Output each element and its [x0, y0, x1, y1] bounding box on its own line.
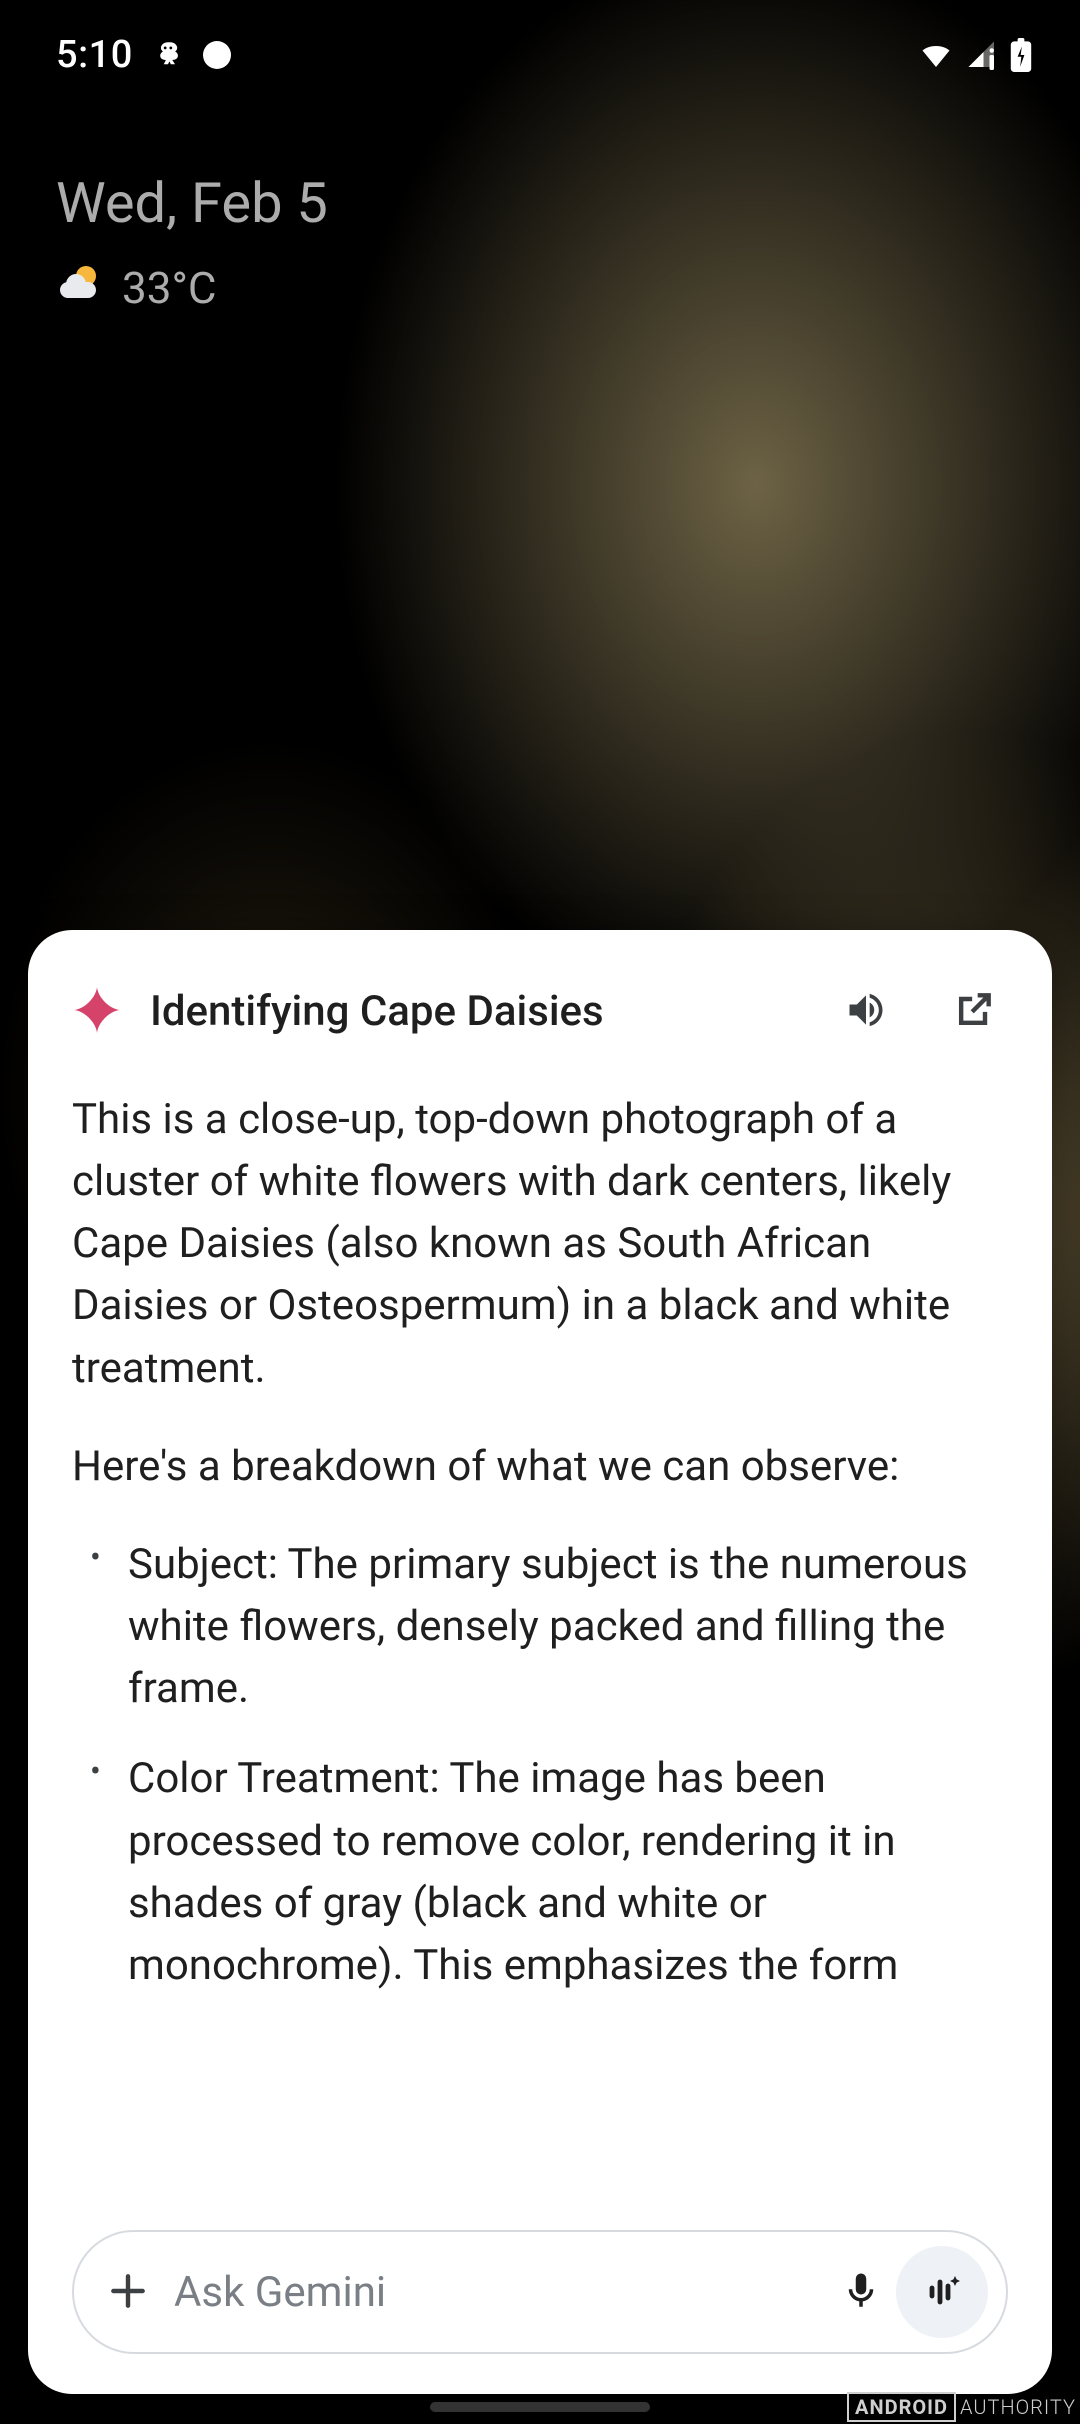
gemini-panel: Identifying Cape Daisies This is a close… — [28, 930, 1052, 2394]
notification-icon — [151, 38, 185, 72]
battery-charging-icon — [1010, 38, 1032, 72]
open-external-button[interactable] — [948, 984, 1000, 1039]
notification-dot-icon — [203, 41, 231, 69]
add-button[interactable] — [102, 2265, 154, 2320]
gemini-live-button[interactable] — [896, 2246, 988, 2338]
input-trailing-actions — [836, 2246, 988, 2338]
gemini-spark-icon — [72, 985, 122, 1039]
prompt-input-bar[interactable]: Ask Gemini — [72, 2230, 1008, 2354]
list-item: Subject: The primary subject is the nume… — [84, 1534, 1008, 1720]
panel-header-actions — [840, 984, 1000, 1039]
status-bar-right — [918, 37, 1032, 73]
home-info-widget[interactable]: Wed, Feb 5 33°C — [56, 170, 328, 317]
home-weather: 33°C — [56, 258, 328, 317]
watermark-brand-2: AUTHORITY — [960, 2395, 1076, 2419]
cellular-signal-icon — [964, 37, 1000, 73]
status-bar: 5:10 — [0, 0, 1080, 110]
response-list: Subject: The primary subject is the nume… — [72, 1534, 1008, 1997]
weather-icon — [56, 258, 104, 317]
list-item: Color Treatment: The image has been proc… — [84, 1748, 1008, 1997]
status-time: 5:10 — [56, 33, 133, 77]
watermark-brand-1: ANDROID — [847, 2392, 956, 2422]
wifi-icon — [918, 37, 954, 73]
watermark: ANDROID AUTHORITY — [847, 2392, 1076, 2422]
mic-button[interactable] — [836, 2266, 886, 2319]
panel-body[interactable]: This is a close-up, top-down photograph … — [72, 1089, 1008, 2210]
panel-header: Identifying Cape Daisies — [72, 984, 1008, 1039]
phone-screen: 5:10 — [0, 0, 1080, 2424]
prompt-placeholder: Ask Gemini — [174, 2268, 816, 2317]
nav-handle[interactable] — [430, 2402, 650, 2412]
home-date: Wed, Feb 5 — [56, 170, 328, 236]
home-temperature: 33°C — [122, 262, 217, 314]
response-paragraph: This is a close-up, top-down photograph … — [72, 1089, 1008, 1400]
response-paragraph: Here's a breakdown of what we can observ… — [72, 1436, 1008, 1498]
panel-title: Identifying Cape Daisies — [150, 987, 812, 1036]
read-aloud-button[interactable] — [840, 984, 892, 1039]
status-bar-left: 5:10 — [56, 33, 231, 77]
